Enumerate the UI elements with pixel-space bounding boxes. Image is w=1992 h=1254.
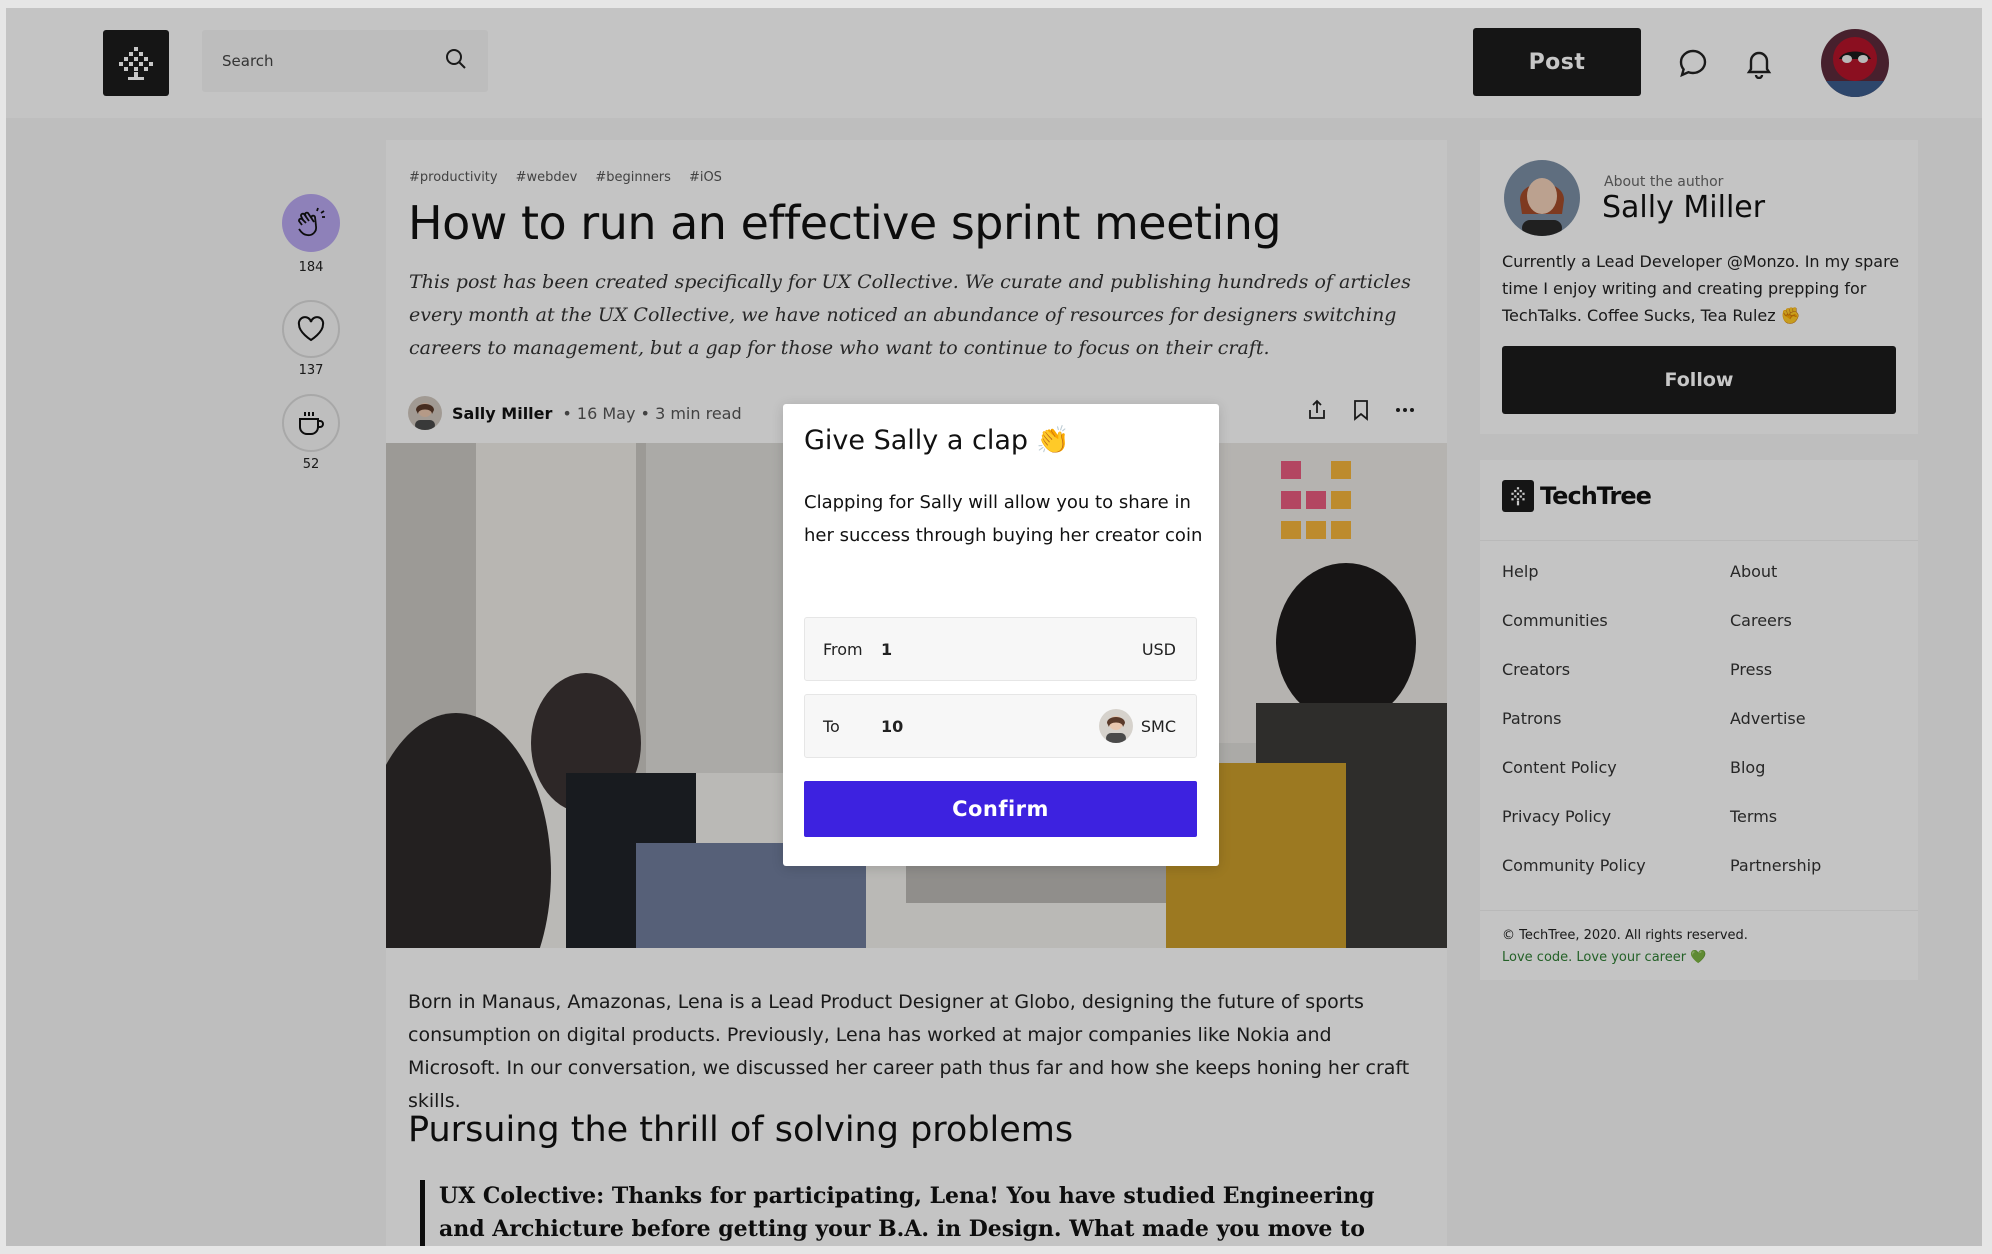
to-currency: SMC: [1098, 709, 1176, 743]
to-currency-code: SMC: [1140, 716, 1176, 736]
modal-description: Clapping for Sally will allow you to sha…: [804, 492, 1203, 546]
to-amount-input[interactable]: 10: [881, 717, 1099, 736]
clapping-hands-emoji: 👏: [1036, 425, 1070, 456]
from-amount-field[interactable]: From 1 USD: [804, 617, 1197, 681]
app-frame: Post 184 137: [6, 8, 1982, 1246]
from-amount-input[interactable]: 1: [881, 640, 1142, 659]
creator-coin-avatar: [1098, 709, 1133, 743]
from-label: From: [823, 639, 863, 659]
to-label: To: [823, 716, 840, 736]
from-currency: USD: [1141, 639, 1176, 659]
clap-modal: Give Sally a clap 👏 Clapping for Sally w…: [783, 404, 1219, 866]
modal-title: Give Sally a clap 👏: [804, 424, 1070, 457]
confirm-button[interactable]: Confirm: [804, 781, 1197, 837]
to-amount-field[interactable]: To 10 SMC: [804, 694, 1197, 758]
